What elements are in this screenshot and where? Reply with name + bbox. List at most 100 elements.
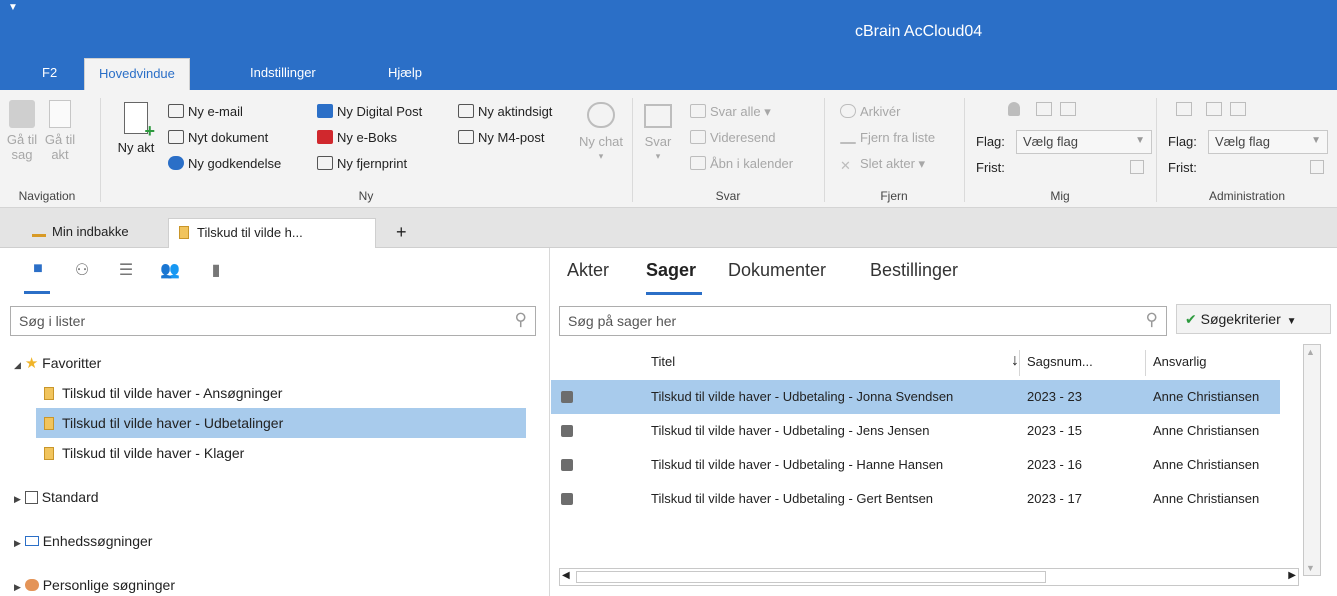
svar-alle-button[interactable]: Svar alle ▾ [690, 104, 771, 120]
group-label-svar: Svar [715, 189, 741, 203]
group-divider [100, 98, 101, 202]
tab-akter[interactable]: Akter [567, 260, 609, 281]
forward-icon [690, 130, 706, 144]
mig-flag-select[interactable]: Vælg flag ▼ [1016, 130, 1152, 154]
aktindsigt-icon [458, 104, 474, 118]
column-divider [1019, 350, 1020, 376]
ny-eboks-button[interactable]: Ny e-Boks [317, 130, 397, 145]
ny-chat-button[interactable]: Ny chat ▾ [578, 102, 624, 164]
case-number: 2023 - 23 [1027, 389, 1082, 404]
add-tab-button[interactable]: + [386, 218, 417, 248]
tab-hjaelp[interactable]: Hjælp [374, 58, 436, 90]
column-header-ansvarlig[interactable]: Ansvarlig [1153, 344, 1206, 380]
scroll-up-icon[interactable]: ▲ [1306, 347, 1315, 357]
goto-case-button[interactable]: Gå til sag [4, 100, 40, 162]
search-icon: ⚲ [514, 310, 527, 329]
ny-m4-post-button[interactable]: Ny M4-post [458, 130, 544, 145]
calendar-icon[interactable] [1130, 160, 1144, 174]
user-icon [1008, 102, 1020, 116]
table-row[interactable]: Tilskud til vilde haver - Udbetaling - J… [551, 414, 1280, 448]
tree-node-personlige-soegninger[interactable]: ▶ Personlige søgninger [14, 570, 175, 596]
doc-tab-tilskud[interactable]: Tilskud til vilde h... [168, 218, 376, 248]
videresend-button[interactable]: Videresend [690, 130, 776, 145]
new-document-icon: + [124, 102, 155, 140]
folder-icon[interactable]: ▮ [206, 260, 226, 280]
case-search-input[interactable]: Søg på sager her ⚲ [559, 306, 1167, 336]
list-item[interactable]: Tilskud til vilde haver - Klager [36, 438, 526, 468]
slet-akter-button[interactable]: ✕ Slet akter ▾ [840, 156, 925, 173]
print-icon [317, 156, 333, 170]
search-criteria-button[interactable]: ✔ Søgekriterier ▼ [1176, 304, 1331, 334]
expand-arrow-icon: ▶ [14, 582, 21, 592]
scroll-left-icon[interactable]: ◀ [562, 570, 570, 581]
lists-document-icon[interactable]: ■ [28, 260, 48, 280]
star-icon: ★ [24, 355, 39, 372]
eboks-icon [317, 130, 333, 144]
svar-button[interactable]: Svar ▾ [640, 104, 676, 164]
chevron-down-icon: ▼ [1135, 135, 1145, 146]
inbox-icon[interactable] [1206, 102, 1222, 116]
ny-fjernprint-button[interactable]: Ny fjernprint [317, 156, 407, 171]
org-tree-icon[interactable]: ⚇ [72, 260, 92, 280]
note-icon[interactable] [1230, 102, 1246, 116]
calendar-icon[interactable] [1310, 160, 1324, 174]
tab-bestillinger[interactable]: Bestillinger [870, 260, 958, 281]
list-icon [44, 447, 54, 460]
table-row[interactable]: Tilskud til vilde haver - Udbetaling - G… [551, 482, 1280, 516]
note-icon[interactable] [1060, 102, 1076, 116]
group-label-fjern: Fjern [880, 189, 908, 203]
group-label-administration: Administration [1208, 189, 1286, 203]
ny-digital-post-button[interactable]: Ny Digital Post [317, 104, 422, 119]
admin-flag-select[interactable]: Vælg flag ▼ [1208, 130, 1328, 154]
people-icon[interactable]: 👥 [160, 260, 180, 280]
scroll-thumb[interactable] [576, 571, 1046, 583]
ny-akt-button[interactable]: + Ny akt [116, 102, 156, 155]
tab-f2[interactable]: F2 [28, 58, 71, 90]
horizontal-scrollbar[interactable]: ◀ ▶ [559, 568, 1299, 586]
tree-node-favorites[interactable]: ◢ ★ Favoritter [14, 348, 101, 378]
ny-aktindsigt-button[interactable]: Ny aktindsigt [458, 104, 552, 119]
checkmark-icon: ✔ [1185, 311, 1197, 327]
doc-tab-min-indbakke[interactable]: Min indbakke [22, 218, 139, 248]
tab-sager[interactable]: Sager [646, 260, 696, 281]
standard-list-icon [24, 491, 38, 504]
vertical-scrollbar[interactable]: ▲ ▼ [1303, 344, 1321, 576]
list-icon [44, 387, 54, 400]
case-icon [561, 459, 573, 471]
tab-indstillinger[interactable]: Indstillinger [236, 58, 330, 90]
table-row[interactable]: Tilskud til vilde haver - Udbetaling - H… [551, 448, 1280, 482]
column-header-titel[interactable]: Titel [651, 344, 675, 380]
inbox-icon[interactable] [1036, 102, 1052, 116]
ny-email-button[interactable]: Ny e-mail [168, 104, 243, 119]
tree-node-standard[interactable]: ▶ Standard [14, 482, 99, 512]
case-owner: Anne Christiansen [1153, 491, 1260, 506]
column-header-sagsnummer[interactable]: Sagsnum... [1027, 344, 1093, 380]
quick-access-menu-icon[interactable]: ▼ [8, 2, 18, 13]
scroll-right-icon[interactable]: ▶ [1288, 570, 1296, 581]
mig-frist-label: Frist: [976, 160, 1005, 175]
aabn-i-kalender-button[interactable]: Åbn i kalender [690, 156, 793, 171]
list-item[interactable]: Tilskud til vilde haver - Udbetalinger [36, 408, 526, 438]
fjern-fra-liste-button[interactable]: Fjern fra liste [840, 130, 935, 145]
ny-godkendelse-button[interactable]: Ny godkendelse [168, 156, 281, 171]
org-units-icon [1176, 102, 1192, 116]
list-item[interactable]: Tilskud til vilde haver - Ansøgninger [36, 378, 526, 408]
goto-document-button[interactable]: Gå til akt [42, 100, 78, 162]
nyt-dokument-button[interactable]: Nyt dokument [168, 130, 268, 145]
scroll-down-icon[interactable]: ▼ [1306, 563, 1315, 573]
chevron-down-icon: ▼ [1286, 316, 1297, 327]
arkiver-button[interactable]: Arkivér [840, 104, 900, 119]
case-icon [561, 425, 573, 437]
group-label-navigation: Navigation [18, 189, 76, 203]
case-icon [9, 100, 35, 128]
group-divider [964, 98, 965, 202]
expand-arrow-icon: ▶ [14, 538, 21, 548]
table-row[interactable]: Tilskud til vilde haver - Udbetaling - J… [551, 380, 1280, 414]
case-title: Tilskud til vilde haver - Udbetaling - J… [651, 389, 954, 404]
tab-dokumenter[interactable]: Dokumenter [728, 260, 826, 281]
tree-node-enhedssoegninger[interactable]: ▶ Enhedssøgninger [14, 526, 152, 556]
sort-desc-icon[interactable]: ↓ [1011, 352, 1019, 370]
tab-hovedvindue[interactable]: Hovedvindue [84, 58, 190, 90]
list-search-input[interactable]: Søg i lister ⚲ [10, 306, 536, 336]
list-icon[interactable]: ☰ [116, 260, 136, 280]
